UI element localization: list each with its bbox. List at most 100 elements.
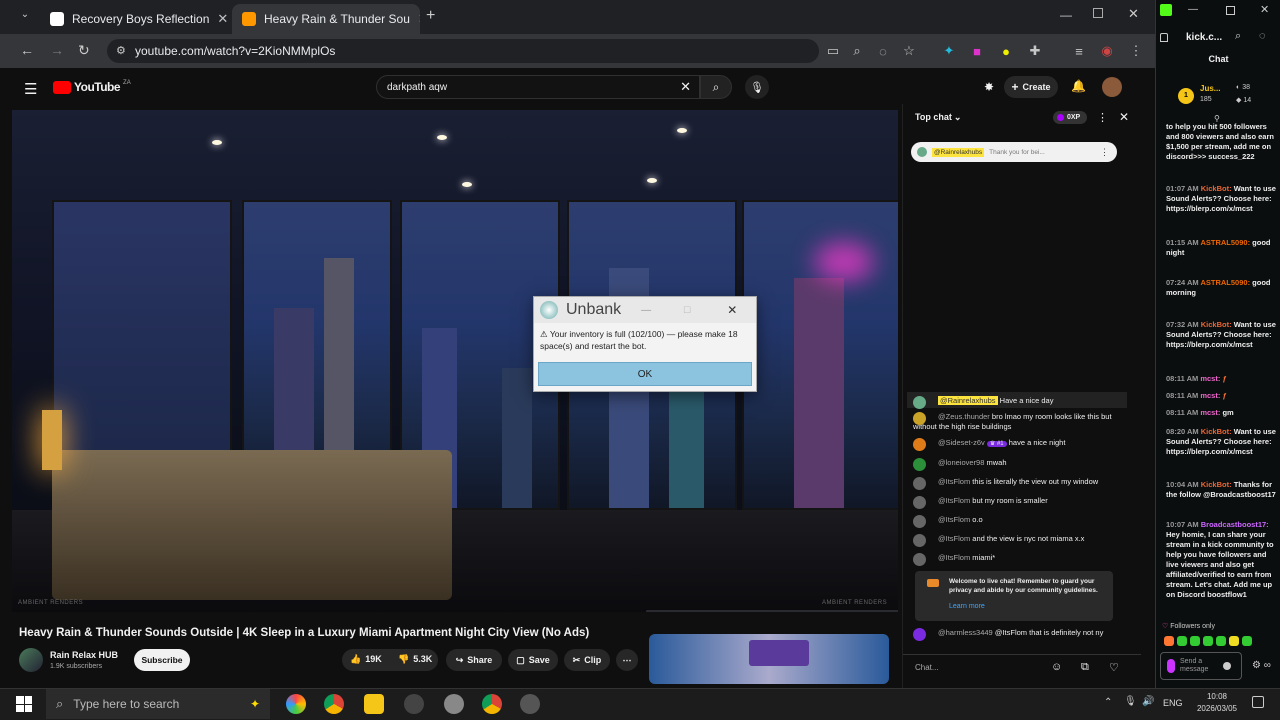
emoji-icon[interactable] (1223, 662, 1231, 670)
chat-username[interactable]: ASTRAL5090: (1200, 238, 1250, 247)
xp-badge[interactable]: 0XP (1053, 111, 1087, 124)
back-icon[interactable]: ← (20, 42, 34, 58)
avatar[interactable] (1102, 77, 1122, 97)
bookmark-star-icon[interactable]: ☆ (900, 42, 918, 60)
create-button[interactable]: + Create (1004, 76, 1058, 98)
kick-url[interactable]: kick.c... (1186, 32, 1222, 43)
chat-username[interactable]: @Zeus.thunder (938, 412, 990, 421)
extension-icon[interactable]: ■ (968, 42, 986, 60)
search-input[interactable]: darkpath aqw ✕ (376, 75, 700, 99)
chat-username[interactable]: @ItsFlom (938, 496, 970, 505)
chrome-icon[interactable] (324, 694, 344, 714)
heart-icon[interactable]: ♡ (1109, 661, 1119, 674)
emoji-icon[interactable]: ☺ (1051, 661, 1062, 673)
chat-username[interactable]: @loneiover98 (938, 458, 984, 467)
chat-username[interactable]: KickBot: (1201, 427, 1232, 436)
close-icon[interactable]: ✕ (1260, 3, 1269, 16)
ok-button[interactable]: OK (538, 362, 752, 386)
zoom-icon[interactable]: ⌕ (848, 42, 866, 60)
chat-username[interactable]: mcst: (1200, 408, 1220, 417)
emote-bar[interactable] (1164, 636, 1278, 647)
close-window-icon[interactable]: ✕ (1128, 6, 1139, 22)
close-icon[interactable]: ✕ (217, 11, 228, 27)
windows-start-icon[interactable] (16, 696, 32, 712)
chat-username[interactable]: @ItsFlom (938, 553, 970, 562)
chat-menu-icon[interactable]: ⋮ (1097, 111, 1108, 124)
super-chat-icon[interactable]: ⧉ (1081, 661, 1089, 674)
zoom-icon[interactable]: ⌕ (1235, 30, 1241, 43)
extension-icon[interactable]: ✦ (940, 42, 958, 60)
chat-username[interactable]: Broadcastboost17: (1201, 520, 1269, 529)
new-tab-icon[interactable]: + (426, 7, 435, 25)
color-app-icon[interactable] (286, 694, 306, 714)
chat-username[interactable]: @harmless3449 (938, 628, 993, 637)
reload-icon[interactable]: ↻ (78, 42, 90, 59)
close-icon[interactable]: ✕ (727, 303, 737, 317)
emote-icon[interactable] (1216, 636, 1226, 646)
forward-icon[interactable]: → (50, 42, 64, 58)
notifications-bell-icon[interactable]: 🔔 (1071, 79, 1086, 93)
eye-off-icon[interactable]: ◌ (874, 42, 892, 60)
chat-username[interactable]: mcst: (1200, 391, 1220, 400)
extensions-puzzle-icon[interactable]: ✚ (1026, 42, 1044, 60)
chat-username[interactable]: mcst: (1200, 374, 1220, 383)
chat-username[interactable]: @ItsFlom (938, 477, 970, 486)
profile-avatar-icon[interactable]: ◉ (1098, 42, 1116, 60)
minimize-icon[interactable]: — (1060, 8, 1072, 22)
chat-username[interactable]: ASTRAL5090: (1200, 278, 1250, 287)
recommended-thumbnail[interactable] (649, 634, 889, 684)
pinned-message[interactable]: @Rainrelaxhubs Thank you for bei... ⋮ (911, 142, 1117, 162)
chat-username[interactable]: KickBot: (1201, 480, 1232, 489)
notification-center-icon[interactable] (1252, 696, 1264, 708)
app-icon[interactable] (444, 694, 464, 714)
chrome-icon[interactable] (482, 694, 502, 714)
extension-icon[interactable]: ● (997, 42, 1015, 60)
emote-icon[interactable] (1190, 636, 1200, 646)
close-icon[interactable]: ✕ (418, 11, 420, 27)
chat-username[interactable]: KickBot: (1201, 184, 1232, 193)
menu-kebab-icon[interactable]: ⋮ (1127, 42, 1145, 60)
emote-icon[interactable] (1203, 636, 1213, 646)
microphone-icon[interactable]: 🎙 (1124, 696, 1137, 707)
tab-recovery-boys[interactable]: Recovery Boys Reflection ✕ (40, 4, 228, 34)
scrollbar[interactable] (1141, 140, 1147, 260)
emote-icon[interactable] (1242, 636, 1252, 646)
clear-search-icon[interactable]: ✕ (680, 79, 691, 95)
channel-avatar[interactable] (19, 648, 43, 672)
video-player[interactable]: AMBIENT RENDERS AMBIENT RENDERS (12, 110, 898, 612)
tab-search-icon[interactable]: ⌄ (16, 9, 34, 25)
maximize-icon[interactable] (1226, 6, 1235, 15)
emote-icon[interactable] (1229, 636, 1239, 646)
more-icon[interactable]: ⋮ (1100, 147, 1109, 158)
chat-username[interactable]: @Sideset-z6v (938, 438, 985, 447)
clip-button[interactable]: ✂ Clip (564, 649, 610, 671)
media-icon[interactable]: ≡ (1070, 42, 1088, 60)
emote-icon[interactable] (1164, 636, 1174, 646)
chat-username[interactable]: @ItsFlom (938, 534, 970, 543)
dislike-button[interactable]: 👎 5.3K (398, 654, 432, 665)
user-badge-icon[interactable]: 1 (1178, 88, 1194, 104)
learn-more-link[interactable]: Learn more (949, 603, 985, 610)
chevron-up-icon[interactable]: ⌃ (1104, 697, 1112, 708)
app-icon[interactable] (404, 694, 424, 714)
chat-username[interactable]: KickBot: (1201, 320, 1232, 329)
voice-search-icon[interactable]: 🎙 (745, 75, 769, 99)
send-message-input[interactable]: Send a message (1160, 652, 1242, 680)
install-icon[interactable]: ▭ (824, 42, 842, 60)
chat-username[interactable]: @ItsFlom (938, 515, 970, 524)
file-explorer-icon[interactable] (364, 694, 384, 714)
more-actions-button[interactable]: ⋯ (616, 649, 638, 671)
chat-username[interactable]: @Rainrelaxhubs (938, 396, 998, 405)
maximize-icon[interactable]: ☐ (683, 305, 691, 316)
app-icon[interactable] (520, 694, 540, 714)
channel-name[interactable]: Rain Relax HUB (50, 650, 118, 660)
site-info-icon[interactable]: ⚙ (116, 44, 126, 57)
tab-heavy-rain[interactable]: Heavy Rain & Thunder Sou ✕ (232, 4, 420, 34)
share-button[interactable]: ↪ Share (446, 649, 502, 671)
eye-off-icon[interactable]: ◌ (1259, 30, 1266, 42)
hamburger-menu-icon[interactable]: ☰ (24, 80, 37, 98)
maximize-icon[interactable] (1093, 8, 1103, 18)
save-button[interactable]: ▢ Save (508, 649, 558, 671)
youtube-logo[interactable]: YouTube ZA (53, 80, 131, 94)
emote-icon[interactable] (1177, 636, 1187, 646)
